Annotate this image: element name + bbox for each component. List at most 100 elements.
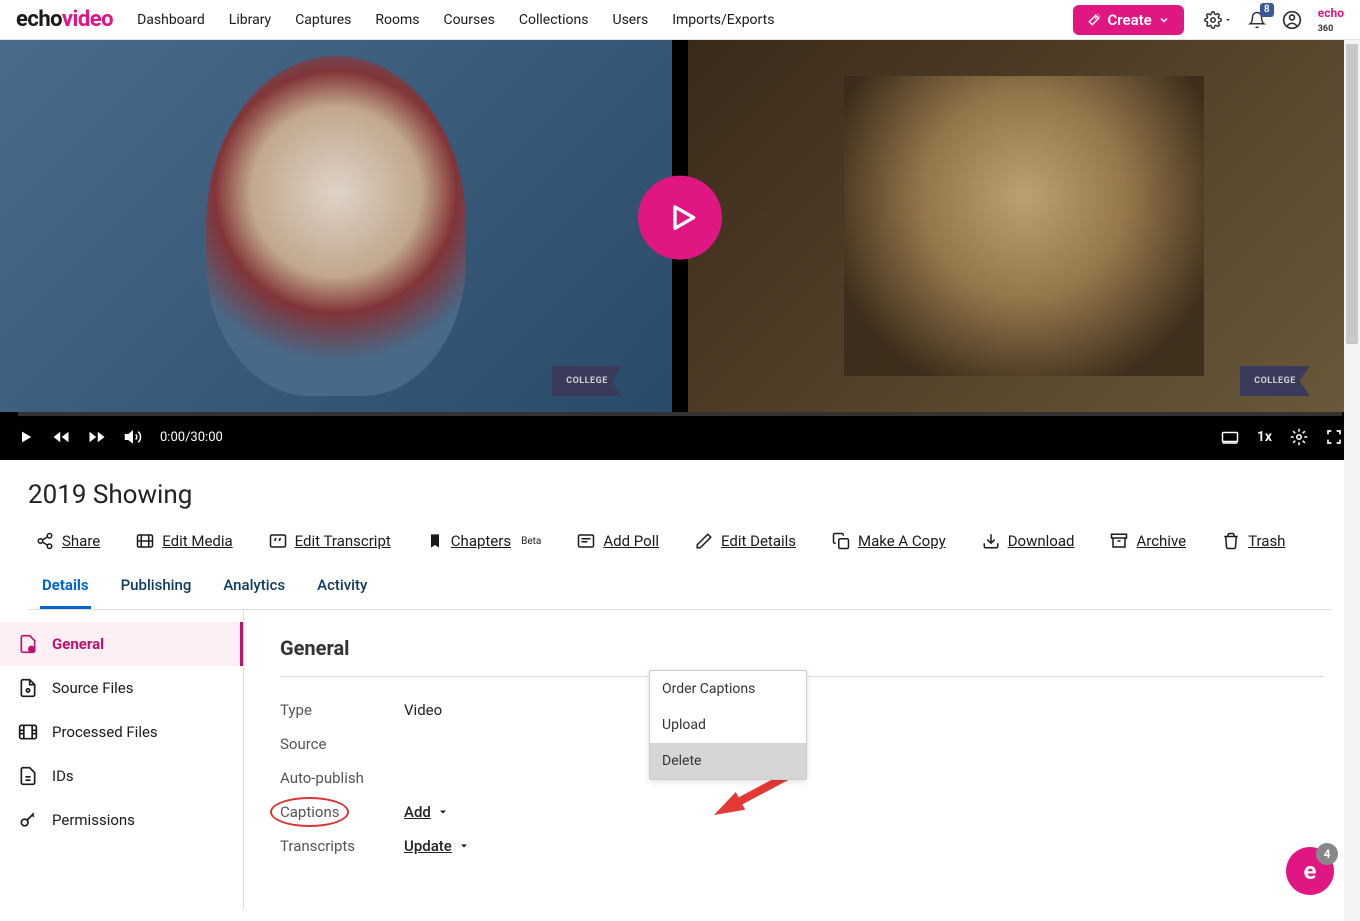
nav-courses[interactable]: Courses [443, 12, 494, 28]
copy-icon [832, 532, 850, 550]
action-add-poll[interactable]: Add Poll [577, 532, 659, 550]
chevron-down-icon [458, 840, 470, 852]
logo[interactable]: echovideo [16, 7, 113, 32]
sidebar-item-label: IDs [52, 767, 74, 785]
action-chapters[interactable]: ChaptersBeta [427, 532, 542, 550]
play-icon [667, 202, 699, 234]
sidebar-item-label: General [52, 635, 104, 653]
lower-split: i General Source Files Processed Files I… [0, 610, 1360, 910]
nav-links: Dashboard Library Captures Rooms Courses… [137, 12, 1073, 28]
action-share[interactable]: Share [36, 532, 100, 550]
archive-icon [1110, 532, 1128, 550]
nav-dashboard[interactable]: Dashboard [137, 12, 205, 28]
id-icon [18, 766, 38, 786]
video-player: COLLEGE COLLEGE 0:00/30:00 1x [0, 40, 1360, 460]
key-icon [18, 810, 38, 830]
play-small-icon[interactable] [18, 429, 34, 445]
popup-order-captions[interactable]: Order Captions [650, 671, 806, 707]
forward-icon[interactable] [88, 428, 106, 446]
player-controls: 0:00/30:00 1x [0, 422, 1360, 460]
nav-captures[interactable]: Captures [295, 12, 351, 28]
captions-dropdown: Order Captions Upload Delete [649, 670, 807, 780]
top-icons: 8 echo360 [1204, 6, 1344, 34]
top-nav: echovideo Dashboard Library Captures Roo… [0, 0, 1360, 40]
action-edit-media[interactable]: Edit Media [136, 532, 232, 550]
panel-title: General [280, 636, 1324, 660]
key-transcripts: Transcripts [280, 837, 404, 855]
speed-display[interactable]: 1x [1257, 429, 1272, 445]
doc-info-icon: i [18, 634, 38, 654]
sidebar-item-general[interactable]: i General [0, 622, 243, 666]
key-type: Type [280, 701, 404, 719]
sidebar-item-source-files[interactable]: Source Files [0, 666, 243, 710]
tab-publishing[interactable]: Publishing [119, 568, 194, 609]
quote-icon [269, 532, 287, 550]
download-icon [982, 532, 1000, 550]
poll-icon [577, 532, 595, 550]
sidebar-item-label: Permissions [52, 811, 135, 829]
film-strip-icon [18, 722, 38, 742]
pencil-icon [695, 532, 713, 550]
notif-badge: 8 [1260, 3, 1274, 17]
gear-icon[interactable] [1204, 11, 1232, 29]
key-captions: Captions [280, 803, 404, 821]
transcripts-update-link[interactable]: Update [404, 837, 470, 855]
progress-bar[interactable] [18, 412, 1342, 416]
video-thumb-right [844, 76, 1204, 376]
popup-delete[interactable]: Delete [650, 743, 806, 779]
video-pane-right[interactable]: COLLEGE [688, 40, 1360, 412]
sidebar: i General Source Files Processed Files I… [0, 610, 244, 910]
popup-upload[interactable]: Upload [650, 707, 806, 743]
wand-icon [1087, 13, 1101, 27]
action-edit-details[interactable]: Edit Details [695, 532, 796, 550]
sidebar-item-processed-files[interactable]: Processed Files [0, 710, 243, 754]
play-button[interactable] [638, 176, 722, 260]
layout-icon[interactable] [1221, 428, 1239, 446]
key-source: Source [280, 735, 404, 753]
action-archive[interactable]: Archive [1110, 532, 1186, 550]
scrollbar[interactable] [1344, 40, 1360, 921]
create-button[interactable]: Create [1073, 5, 1183, 35]
row-transcripts: Transcripts Update [280, 829, 1324, 863]
nav-collections[interactable]: Collections [519, 12, 589, 28]
tab-activity[interactable]: Activity [315, 568, 369, 609]
help-letter: e [1304, 857, 1317, 885]
tab-analytics[interactable]: Analytics [221, 568, 287, 609]
action-make-copy[interactable]: Make A Copy [832, 532, 946, 550]
fullscreen-icon[interactable] [1326, 429, 1342, 445]
file-icon [18, 678, 38, 698]
nav-library[interactable]: Library [229, 12, 271, 28]
create-label: Create [1107, 11, 1151, 29]
sidebar-item-label: Processed Files [52, 723, 158, 741]
help-count: 4 [1316, 843, 1338, 865]
film-icon [136, 532, 154, 550]
sidebar-item-label: Source Files [52, 679, 133, 697]
scrollbar-thumb[interactable] [1346, 44, 1358, 344]
tab-details[interactable]: Details [40, 568, 91, 609]
action-trash[interactable]: Trash [1222, 532, 1285, 550]
volume-icon[interactable] [124, 428, 142, 446]
rewind-icon[interactable] [52, 428, 70, 446]
chevron-down-icon [1158, 14, 1170, 26]
echo360-logo[interactable]: echo360 [1318, 6, 1344, 34]
nav-rooms[interactable]: Rooms [375, 12, 419, 28]
time-display: 0:00/30:00 [160, 430, 223, 445]
bell-icon[interactable]: 8 [1248, 11, 1266, 29]
settings-icon[interactable] [1290, 428, 1308, 446]
val-type: Video [404, 701, 442, 719]
sidebar-item-permissions[interactable]: Permissions [0, 798, 243, 842]
trash-icon [1222, 532, 1240, 550]
nav-users[interactable]: Users [612, 12, 648, 28]
captions-add-link[interactable]: Add [404, 803, 449, 821]
sidebar-item-ids[interactable]: IDs [0, 754, 243, 798]
pennant-right: COLLEGE [1240, 366, 1310, 396]
user-icon[interactable] [1282, 10, 1302, 30]
tabs: Details Publishing Analytics Activity [28, 568, 1332, 610]
logo-part1: echo [16, 7, 62, 32]
nav-imports-exports[interactable]: Imports/Exports [672, 12, 774, 28]
video-pane-left[interactable]: COLLEGE [0, 40, 672, 412]
logo-part2: video [62, 7, 113, 32]
action-download[interactable]: Download [982, 532, 1075, 550]
help-fab[interactable]: e 4 [1286, 847, 1334, 895]
action-edit-transcript[interactable]: Edit Transcript [269, 532, 391, 550]
